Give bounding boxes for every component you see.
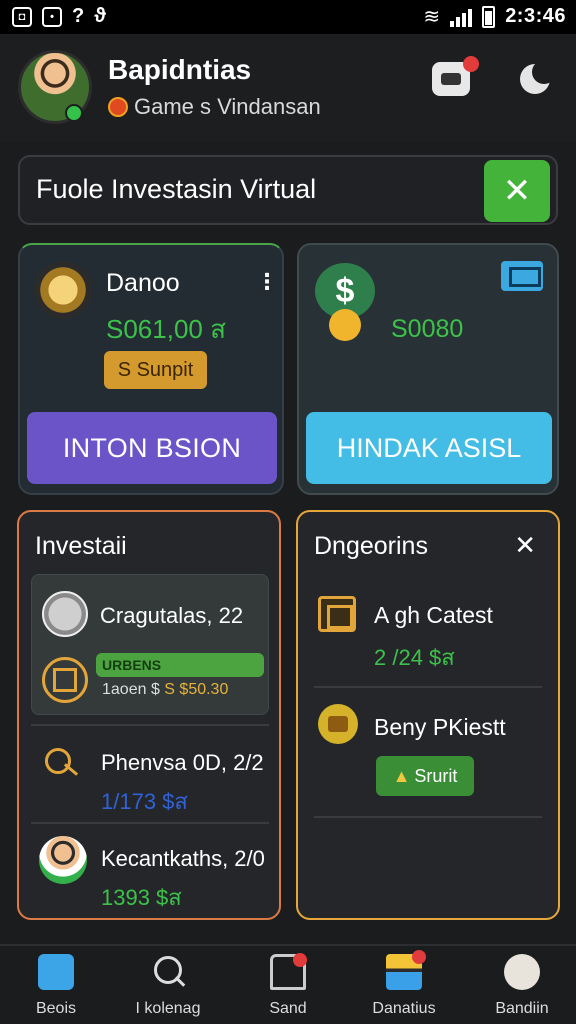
asset-card-secondary[interactable]: $ S0080 HINDAK ASISL xyxy=(297,243,559,495)
profile-icon xyxy=(504,954,540,990)
user-subtitle-text: Game s Vindansan xyxy=(134,94,321,119)
nav-item-data[interactable]: Danatius xyxy=(354,950,454,1018)
more-options-icon[interactable]: ⋮ xyxy=(256,269,278,295)
nav-item-home[interactable]: Beois xyxy=(6,954,106,1018)
close-button[interactable]: ✕ xyxy=(484,160,550,222)
nav-label: Bandiin xyxy=(495,1000,549,1017)
start-button-label: Srurit xyxy=(414,765,458,786)
invest-button[interactable]: INTON BSION xyxy=(27,412,277,484)
divider xyxy=(31,822,269,824)
list-item-amount: 1393 $ส xyxy=(101,885,182,910)
star-icon: ▲ xyxy=(392,765,411,786)
status-bar: ◘ • ? ϑ ≋ 2:3:46 xyxy=(0,0,576,34)
send-icon xyxy=(270,953,307,990)
user-name: Bapidntias xyxy=(108,54,252,85)
message-icon: • xyxy=(42,6,62,27)
dangerous-panel: Dngeorins ✕ A gh Catest 2 /24 $ส Beny PK… xyxy=(296,510,560,920)
trade-button[interactable]: HINDAK ASISL xyxy=(306,412,552,484)
search-user-icon xyxy=(45,748,79,782)
shield-icon xyxy=(318,704,358,744)
detail-label: 1aoen $ xyxy=(102,681,160,698)
status-time: 2:3:46 xyxy=(505,5,566,27)
list-item-name[interactable]: Beny PKiestt xyxy=(374,714,506,741)
list-item-amount: 1/173 $ส xyxy=(101,789,188,814)
search-icon xyxy=(150,954,186,990)
start-button[interactable]: ▲ Srurit xyxy=(376,756,474,796)
list-item-name: Cragutalas, 22 xyxy=(100,603,244,628)
divider xyxy=(314,816,542,818)
balance-amount: S0080 xyxy=(391,315,464,343)
user-subtitle: Game s Vindansan xyxy=(108,94,321,120)
nav-label: I kolenag xyxy=(135,1000,201,1017)
bottom-nav: Beois I kolenag Sand Danatius Bandiin xyxy=(0,944,576,1024)
coin-stack-icon xyxy=(329,309,361,341)
asset-card-primary[interactable]: Danoo ⋮ S061,00 ส S Sunpit INTON BSION xyxy=(18,243,284,495)
ledger-icon xyxy=(42,657,88,703)
gallery-icon: ◘ xyxy=(12,6,32,27)
question-icon: ? xyxy=(72,5,85,27)
asset-amount: S061,00 ส xyxy=(106,314,226,344)
monitor-icon[interactable] xyxy=(501,261,543,291)
asset-badge[interactable]: S Sunpit xyxy=(104,351,207,389)
divider xyxy=(314,686,542,688)
battery-icon xyxy=(482,5,496,28)
coin-icon xyxy=(108,97,128,117)
panel-title: Dngeorins xyxy=(314,532,428,560)
notification-dot-icon xyxy=(412,950,426,964)
nav-item-search[interactable]: I kolenag xyxy=(118,954,218,1018)
nav-label: Sand xyxy=(269,1000,307,1017)
list-item-name[interactable]: A gh Catest xyxy=(374,602,493,629)
notification-dot-icon xyxy=(463,56,479,72)
gold-coin-icon xyxy=(34,261,92,319)
detail-value: S $50.30 xyxy=(164,681,229,698)
silver-coin-icon xyxy=(42,591,88,637)
online-badge-icon xyxy=(65,104,83,122)
page-title-bar: Fuole Investasin Virtual ✕ xyxy=(18,155,558,225)
lock-icon: ϑ xyxy=(94,5,106,27)
asset-name: Danoo xyxy=(106,269,180,297)
nav-label: Beois xyxy=(35,1000,77,1017)
list-item-detail: 1aoen $ S $50.30 xyxy=(102,681,228,699)
user-avatar-icon xyxy=(39,836,87,884)
panel-title: Investaii xyxy=(35,532,127,560)
notification-dot-icon xyxy=(293,953,307,967)
list-item-name[interactable]: Kecantkaths, 2/0 xyxy=(101,846,265,872)
dashboard-icon xyxy=(386,950,426,990)
profile-header: Bapidntias Game s Vindansan xyxy=(0,34,576,142)
list-item-amount: 2 /24 $ส xyxy=(374,645,455,670)
theme-toggle-icon[interactable] xyxy=(520,60,556,94)
nav-label: Danatius xyxy=(372,1000,436,1017)
nav-item-profile[interactable]: Bandiin xyxy=(472,954,572,1018)
signal-icon xyxy=(450,7,473,27)
list-item-name[interactable]: Phenvsa 0D, 2/2 xyxy=(101,750,264,776)
divider xyxy=(31,724,269,726)
envelope-icon xyxy=(318,596,356,632)
page-title: Fuole Investasin Virtual xyxy=(36,174,317,204)
nav-item-send[interactable]: Sand xyxy=(238,953,338,1018)
close-icon[interactable]: ✕ xyxy=(514,530,536,561)
wifi-icon: ≋ xyxy=(423,6,441,28)
progress-label: URBENS xyxy=(96,653,264,677)
home-icon xyxy=(38,954,74,990)
list-item[interactable]: Cragutalas, 22 URBENS 1aoen $ S $50.30 xyxy=(31,574,269,715)
investments-panel: Investaii Cragutalas, 22 URBENS 1aoen $ … xyxy=(17,510,281,920)
